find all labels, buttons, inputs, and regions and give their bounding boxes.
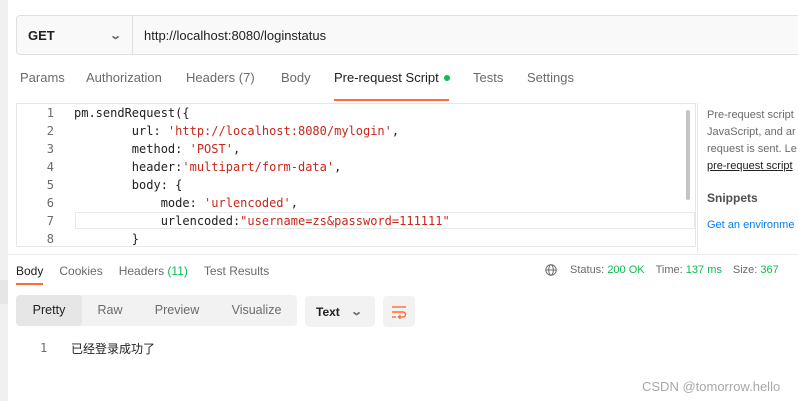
code-line: mode: 'urlencoded', <box>74 196 298 210</box>
time-value[interactable]: 137 ms <box>686 264 722 276</box>
tab-count: (11) <box>167 264 188 278</box>
method-dropdown[interactable]: GET ⌄ <box>17 16 133 54</box>
tab-label: Cookies <box>59 264 103 278</box>
tab-label: Body <box>16 264 44 278</box>
tab-label: Params <box>20 70 65 85</box>
response-status: Status: 200 OK Time: 137 ms Size: 367 <box>545 264 779 276</box>
code-line: header:'multipart/form-data', <box>74 160 342 174</box>
response-tabs: Body Cookies Headers (11) Test Results <box>16 264 269 285</box>
editor-scrollbar-thumb[interactable] <box>686 110 690 200</box>
chevron-down-icon: ⌄ <box>349 306 363 318</box>
line-number: 2 <box>46 124 54 138</box>
line-number: 4 <box>46 160 54 174</box>
code-line: body: { <box>74 178 183 192</box>
globe-icon[interactable] <box>545 264 557 276</box>
snippets-title: Snippets <box>707 191 758 205</box>
line-number: 6 <box>46 196 54 210</box>
tab-authorization[interactable]: Authorization <box>86 70 186 96</box>
tab-label: Headers <box>186 70 236 85</box>
method-label: GET <box>28 27 55 43</box>
snippet-item[interactable]: Get an environme <box>707 217 794 234</box>
tab-label: Tests <box>473 70 504 85</box>
wrap-lines-button[interactable] <box>383 296 415 327</box>
code-line: } <box>74 232 140 246</box>
tab-params[interactable]: Params <box>20 70 86 96</box>
line-number: 8 <box>46 232 54 246</box>
size-value[interactable]: 367 <box>760 264 778 276</box>
size-label: Size: <box>732 264 758 276</box>
wrap-lines-icon <box>392 305 407 319</box>
status-value[interactable]: 200 OK <box>607 264 644 276</box>
request-tabs: Params Authorization Headers (7) Body Pr… <box>20 70 574 101</box>
response-line-number: 1 <box>40 341 48 355</box>
left-edge-handle <box>0 280 8 304</box>
tab-cookies[interactable]: Cookies <box>59 264 102 278</box>
format-dropdown[interactable]: Text ⌄ <box>305 296 375 327</box>
chevron-down-icon: ⌄ <box>108 29 122 42</box>
side-panel: Pre-request script JavaScript, and ar re… <box>697 103 798 253</box>
desc-line: request is sent. Le <box>707 143 797 155</box>
tab-label: Pre-request Script <box>334 70 439 85</box>
learn-more-link[interactable]: pre-request script <box>707 158 797 175</box>
tab-tests[interactable]: Tests <box>473 70 527 96</box>
active-dot-icon <box>443 74 450 81</box>
script-editor[interactable]: 1 2 3 4 5 6 7 8 pm.sendRequest({ url: 'h… <box>16 103 696 247</box>
code-line: method: 'POST', <box>74 142 241 156</box>
line-gutter: 1 2 3 4 5 6 7 8 <box>17 104 67 246</box>
tab-label: Body <box>281 70 311 85</box>
tab-count: (7) <box>238 70 255 85</box>
view-raw[interactable]: Raw <box>82 295 138 326</box>
desc-line: JavaScript, and ar <box>707 126 796 138</box>
line-number: 7 <box>46 214 54 228</box>
tab-settings[interactable]: Settings <box>527 70 574 96</box>
side-panel-description: Pre-request script JavaScript, and ar re… <box>707 107 797 175</box>
tab-headers[interactable]: Headers (7) <box>186 70 281 96</box>
tab-response-body[interactable]: Body <box>16 264 44 285</box>
view-visualize[interactable]: Visualize <box>216 295 297 326</box>
code-line: urlencoded:"username=zs&password=111111" <box>74 214 450 228</box>
tab-label: Settings <box>527 70 574 85</box>
time-label: Time: <box>655 264 683 276</box>
line-number: 1 <box>46 106 54 120</box>
line-number: 3 <box>46 142 54 156</box>
format-label: Text <box>316 304 340 319</box>
tab-label: Test Results <box>203 264 270 278</box>
request-url-bar: GET ⌄ http://localhost:8080/loginstatus <box>16 15 798 55</box>
tab-response-headers[interactable]: Headers (11) <box>119 264 188 278</box>
desc-line: Pre-request script <box>707 109 794 121</box>
code-line: url: 'http://localhost:8080/mylogin', <box>74 124 400 138</box>
tab-label: Authorization <box>86 70 162 85</box>
url-input[interactable]: http://localhost:8080/loginstatus <box>133 28 326 43</box>
tab-pre-request-script[interactable]: Pre-request Script <box>334 70 450 101</box>
watermark: CSDN @tomorrow.hello <box>642 379 781 394</box>
tab-test-results[interactable]: Test Results <box>204 264 269 278</box>
line-number: 5 <box>46 178 54 192</box>
status-label: Status: <box>570 264 605 276</box>
section-divider <box>8 254 798 255</box>
view-pretty[interactable]: Pretty <box>16 295 82 326</box>
tab-body[interactable]: Body <box>281 70 334 96</box>
tab-label: Headers <box>118 264 165 278</box>
code-line: pm.sendRequest({ <box>74 106 190 120</box>
response-body-text[interactable]: 已经登录成功了 <box>71 340 155 357</box>
left-edge-bar <box>0 0 8 401</box>
view-preview[interactable]: Preview <box>138 295 216 326</box>
view-mode-switch: Pretty Raw Preview Visualize <box>16 295 297 326</box>
